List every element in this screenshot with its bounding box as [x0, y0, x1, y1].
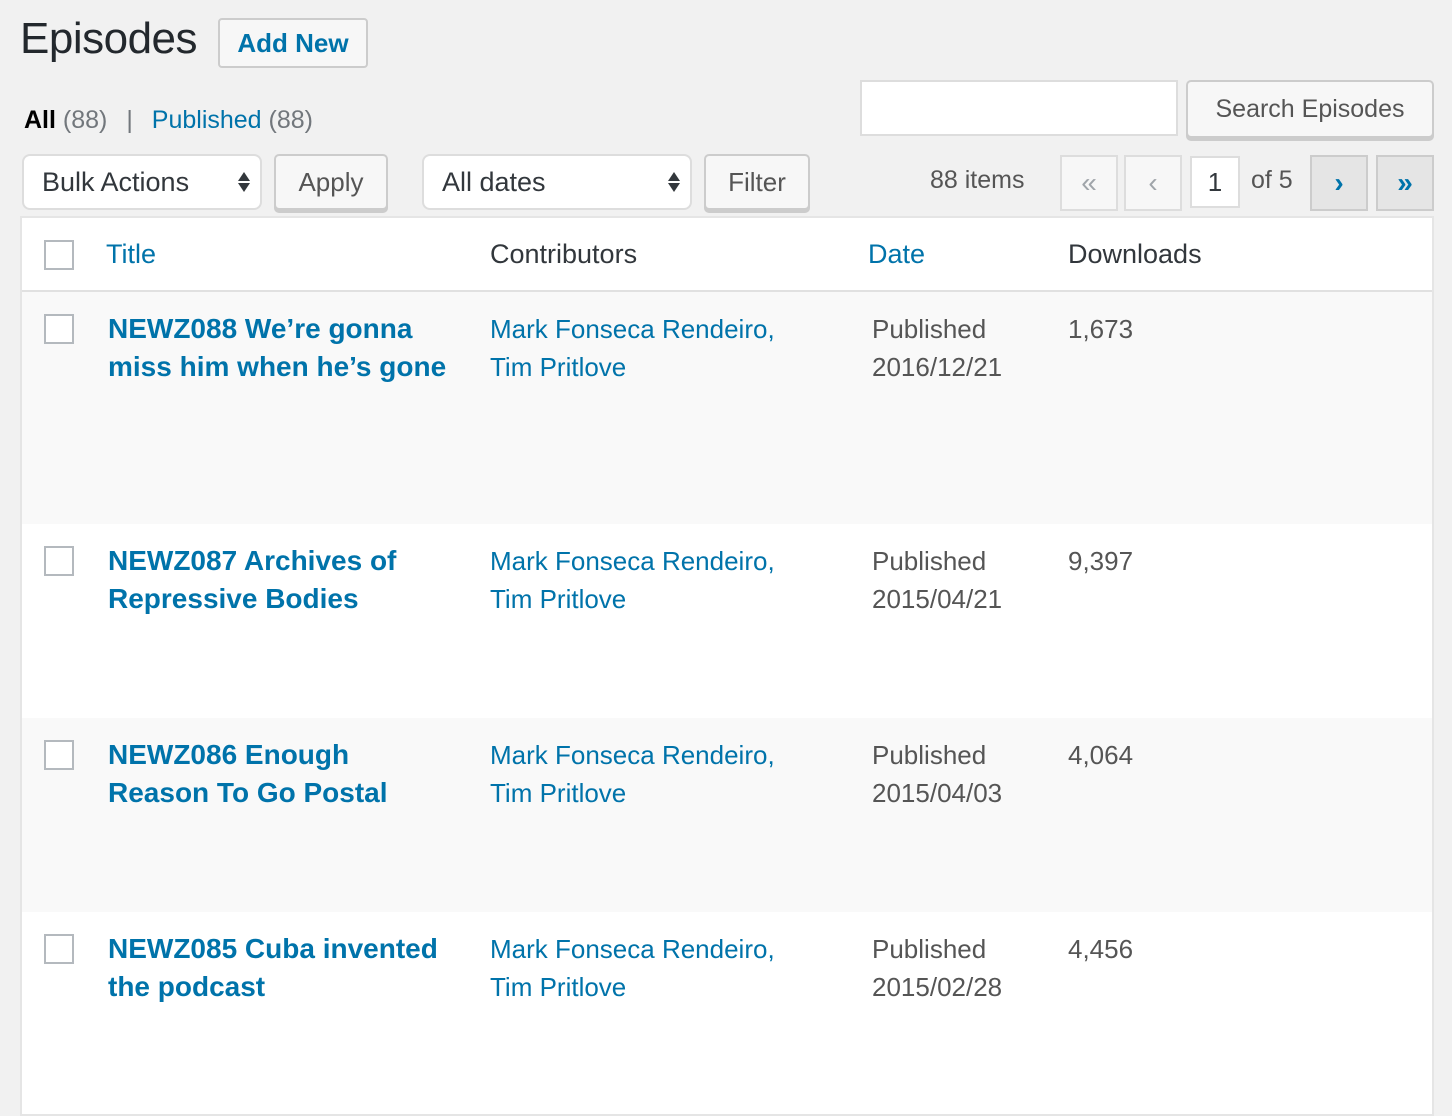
contributor-link[interactable]: Tim Pritlove	[490, 972, 626, 1002]
view-all-link[interactable]: All	[24, 106, 56, 134]
episode-title-link[interactable]: NEWZ086 Enough Reason To Go Postal	[108, 736, 448, 812]
row-checkbox[interactable]	[44, 546, 74, 576]
select-arrows-icon	[668, 172, 680, 192]
view-published-count: (88)	[268, 106, 314, 134]
contributor-separator: ,	[767, 546, 775, 576]
contributor-link[interactable]: Tim Pritlove	[490, 778, 626, 808]
bulk-actions-select[interactable]: Bulk Actions	[22, 154, 262, 210]
contributors-cell: Mark Fonseca Rendeiro, Tim Pritlove	[490, 542, 820, 618]
double-chevron-right-icon: »	[1397, 167, 1413, 198]
view-published-link[interactable]: Published	[152, 106, 262, 134]
search-input[interactable]	[860, 80, 1178, 136]
table-row: NEWZ088 We’re gonna miss him when he’s g…	[22, 292, 1432, 524]
row-checkbox[interactable]	[44, 934, 74, 964]
downloads-count: 1,673	[1068, 314, 1134, 344]
current-page-input[interactable]: 1	[1190, 156, 1240, 208]
downloads-count: 4,456	[1068, 934, 1134, 964]
contributor-link[interactable]: Mark Fonseca Rendeiro	[490, 740, 767, 770]
date-cell: Published 2016/12/21	[872, 310, 1052, 386]
chevron-left-icon: ‹	[1148, 167, 1158, 198]
items-count: 88 items	[930, 166, 1025, 194]
table-header: Title Contributors Date Downloads	[22, 218, 1432, 292]
contributor-separator: ,	[767, 740, 775, 770]
chevron-right-icon: ›	[1334, 167, 1344, 198]
view-all-count: (88)	[62, 106, 108, 134]
table-row: NEWZ086 Enough Reason To Go Postal Mark …	[22, 718, 1432, 912]
column-downloads: Downloads	[1068, 239, 1202, 269]
total-pages: of 5	[1251, 166, 1293, 194]
dates-value: All dates	[442, 166, 546, 197]
select-arrows-icon	[238, 172, 250, 192]
post-status: Published	[872, 740, 987, 770]
post-date: 2015/04/03	[872, 778, 1003, 808]
column-title-sort[interactable]: Title	[106, 239, 156, 270]
column-date-sort[interactable]: Date	[868, 239, 925, 270]
post-date: 2016/12/21	[872, 352, 1003, 382]
dates-select[interactable]: All dates	[422, 154, 692, 210]
table-row: NEWZ085 Cuba invented the podcast Mark F…	[22, 912, 1432, 1112]
views-separator: |	[126, 106, 133, 134]
apply-button[interactable]: Apply	[274, 154, 388, 210]
contributor-link[interactable]: Mark Fonseca Rendeiro	[490, 314, 767, 344]
episode-title-link[interactable]: NEWZ085 Cuba invented the podcast	[108, 930, 448, 1006]
date-cell: Published 2015/04/21	[872, 542, 1052, 618]
search-episodes-button[interactable]: Search Episodes	[1186, 80, 1434, 138]
next-page-button[interactable]: ›	[1310, 155, 1368, 211]
prev-page-button: ‹	[1124, 155, 1182, 211]
contributor-link[interactable]: Mark Fonseca Rendeiro	[490, 546, 767, 576]
post-status: Published	[872, 314, 987, 344]
contributors-cell: Mark Fonseca Rendeiro, Tim Pritlove	[490, 736, 820, 812]
contributor-link[interactable]: Tim Pritlove	[490, 584, 626, 614]
post-status: Published	[872, 546, 987, 576]
bulk-actions-value: Bulk Actions	[42, 166, 190, 197]
select-all-checkbox[interactable]	[44, 240, 74, 270]
status-views: All (88) | Published (88)	[24, 106, 313, 135]
episodes-table: Title Contributors Date Downloads NEWZ08…	[20, 216, 1434, 1116]
post-date: 2015/04/21	[872, 584, 1003, 614]
contributors-cell: Mark Fonseca Rendeiro, Tim Pritlove	[490, 930, 820, 1006]
downloads-count: 9,397	[1068, 546, 1134, 576]
table-row: NEWZ087 Archives of Repressive Bodies Ma…	[22, 524, 1432, 718]
double-chevron-left-icon: «	[1081, 167, 1097, 198]
column-contributors: Contributors	[490, 239, 638, 269]
post-status: Published	[872, 934, 987, 964]
contributor-link[interactable]: Mark Fonseca Rendeiro	[490, 934, 767, 964]
contributor-separator: ,	[767, 934, 775, 964]
add-new-button[interactable]: Add New	[218, 18, 368, 68]
row-checkbox[interactable]	[44, 740, 74, 770]
last-page-button[interactable]: »	[1376, 155, 1434, 211]
row-checkbox[interactable]	[44, 314, 74, 344]
episode-title-link[interactable]: NEWZ087 Archives of Repressive Bodies	[108, 542, 448, 618]
first-page-button: «	[1060, 155, 1118, 211]
contributor-separator: ,	[767, 314, 775, 344]
episode-title-link[interactable]: NEWZ088 We’re gonna miss him when he’s g…	[108, 310, 448, 386]
contributors-cell: Mark Fonseca Rendeiro, Tim Pritlove	[490, 310, 820, 386]
post-date: 2015/02/28	[872, 972, 1003, 1002]
page-title: Episodes	[20, 14, 198, 63]
date-cell: Published 2015/04/03	[872, 736, 1052, 812]
filter-button[interactable]: Filter	[704, 154, 810, 210]
downloads-count: 4,064	[1068, 740, 1134, 770]
contributor-link[interactable]: Tim Pritlove	[490, 352, 626, 382]
date-cell: Published 2015/02/28	[872, 930, 1052, 1006]
